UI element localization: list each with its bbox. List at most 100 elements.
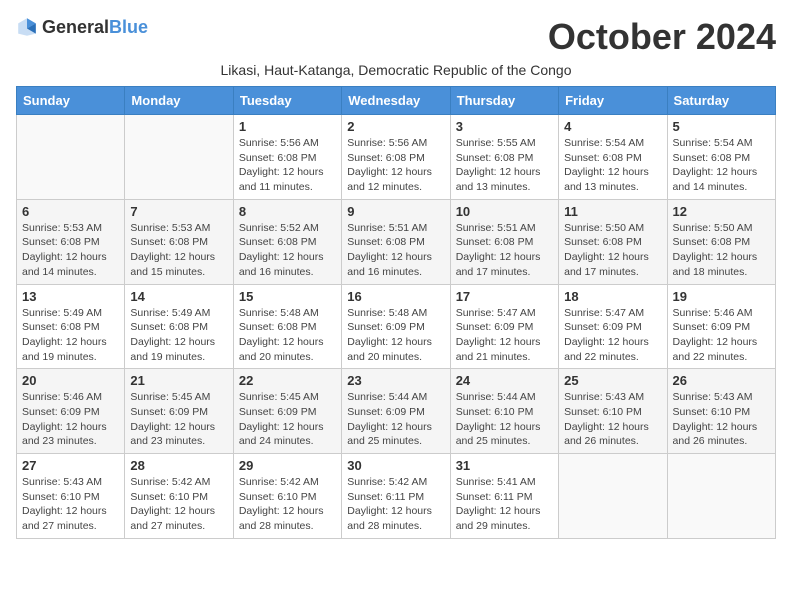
calendar-cell: 23 Sunrise: 5:44 AM Sunset: 6:09 PM Dayli… xyxy=(342,369,450,454)
day-info: Sunrise: 5:45 AM Sunset: 6:09 PM Dayligh… xyxy=(239,390,336,449)
calendar-cell: 28 Sunrise: 5:42 AM Sunset: 6:10 PM Dayli… xyxy=(125,454,233,539)
calendar-cell: 9 Sunrise: 5:51 AM Sunset: 6:08 PM Daylig… xyxy=(342,199,450,284)
calendar-cell: 30 Sunrise: 5:42 AM Sunset: 6:11 PM Dayli… xyxy=(342,454,450,539)
calendar-cell: 15Sunrise: 5:48 AM Sunset: 6:08 PM Dayli… xyxy=(233,284,341,369)
calendar-week-5: 27 Sunrise: 5:43 AM Sunset: 6:10 PM Dayli… xyxy=(17,454,776,539)
day-number: 10 xyxy=(456,204,553,219)
day-info: Sunrise: 5:43 AM Sunset: 6:10 PM Dayligh… xyxy=(22,475,119,534)
day-number: 28 xyxy=(130,458,227,473)
calendar-cell xyxy=(17,115,125,200)
day-info: Sunrise: 5:56 AM Sunset: 6:08 PM Dayligh… xyxy=(347,136,444,195)
weekday-header-wednesday: Wednesday xyxy=(342,87,450,115)
day-number: 27 xyxy=(22,458,119,473)
day-info: Sunrise: 5:53 AM Sunset: 6:08 PM Dayligh… xyxy=(130,221,227,280)
calendar-cell: 26 Sunrise: 5:43 AM Sunset: 6:10 PM Dayli… xyxy=(667,369,775,454)
day-number: 19 xyxy=(673,289,770,304)
calendar-cell: 19 Sunrise: 5:46 AM Sunset: 6:09 PM Dayli… xyxy=(667,284,775,369)
logo-blue: Blue xyxy=(109,17,148,37)
calendar-cell: 2 Sunrise: 5:56 AM Sunset: 6:08 PM Daylig… xyxy=(342,115,450,200)
day-info: Sunrise: 5:42 AM Sunset: 6:11 PM Dayligh… xyxy=(347,475,444,534)
calendar-cell: 3 Sunrise: 5:55 AM Sunset: 6:08 PM Daylig… xyxy=(450,115,558,200)
day-number: 14 xyxy=(130,289,227,304)
weekday-header-saturday: Saturday xyxy=(667,87,775,115)
day-info: Sunrise: 5:51 AM Sunset: 6:08 PM Dayligh… xyxy=(347,221,444,280)
calendar-cell: 6 Sunrise: 5:53 AM Sunset: 6:08 PM Daylig… xyxy=(17,199,125,284)
day-number: 15 xyxy=(239,289,336,304)
calendar-cell: 4 Sunrise: 5:54 AM Sunset: 6:08 PM Daylig… xyxy=(559,115,667,200)
calendar-cell xyxy=(125,115,233,200)
calendar-cell: 27 Sunrise: 5:43 AM Sunset: 6:10 PM Dayli… xyxy=(17,454,125,539)
day-number: 30 xyxy=(347,458,444,473)
calendar-cell: 24Sunrise: 5:44 AM Sunset: 6:10 PM Dayli… xyxy=(450,369,558,454)
calendar-subtitle: Likasi, Haut-Katanga, Democratic Republi… xyxy=(16,62,776,78)
calendar-week-4: 20Sunrise: 5:46 AM Sunset: 6:09 PM Dayli… xyxy=(17,369,776,454)
day-number: 5 xyxy=(673,119,770,134)
weekday-header-monday: Monday xyxy=(125,87,233,115)
calendar-week-1: 1 Sunrise: 5:56 AM Sunset: 6:08 PM Daylig… xyxy=(17,115,776,200)
calendar-cell: 10Sunrise: 5:51 AM Sunset: 6:08 PM Dayli… xyxy=(450,199,558,284)
day-number: 9 xyxy=(347,204,444,219)
calendar-week-2: 6 Sunrise: 5:53 AM Sunset: 6:08 PM Daylig… xyxy=(17,199,776,284)
calendar-cell: 13Sunrise: 5:49 AM Sunset: 6:08 PM Dayli… xyxy=(17,284,125,369)
day-number: 1 xyxy=(239,119,336,134)
day-info: Sunrise: 5:52 AM Sunset: 6:08 PM Dayligh… xyxy=(239,221,336,280)
weekday-header-friday: Friday xyxy=(559,87,667,115)
calendar-cell: 20Sunrise: 5:46 AM Sunset: 6:09 PM Dayli… xyxy=(17,369,125,454)
weekday-header-tuesday: Tuesday xyxy=(233,87,341,115)
calendar-cell: 14 Sunrise: 5:49 AM Sunset: 6:08 PM Dayli… xyxy=(125,284,233,369)
day-number: 20 xyxy=(22,373,119,388)
day-number: 26 xyxy=(673,373,770,388)
calendar-cell: 22 Sunrise: 5:45 AM Sunset: 6:09 PM Dayli… xyxy=(233,369,341,454)
day-info: Sunrise: 5:44 AM Sunset: 6:09 PM Dayligh… xyxy=(347,390,444,449)
calendar-week-3: 13 Sunrise: 5:49 AM Sunset: 6:08 PM Dayli… xyxy=(17,284,776,369)
day-info: Sunrise: 5:54 AM Sunset: 6:08 PM Dayligh… xyxy=(564,136,661,195)
day-number: 31 xyxy=(456,458,553,473)
calendar-cell: 1Sunrise: 5:56 AM Sunset: 6:08 PM Daylig… xyxy=(233,115,341,200)
day-info: Sunrise: 5:50 AM Sunset: 6:08 PM Dayligh… xyxy=(564,221,661,280)
calendar-cell: 17Sunrise: 5:47 AM Sunset: 6:09 PM Dayli… xyxy=(450,284,558,369)
day-number: 11 xyxy=(564,204,661,219)
calendar-cell: 16 Sunrise: 5:48 AM Sunset: 6:09 PM Dayli… xyxy=(342,284,450,369)
logo: GeneralBlue xyxy=(16,16,148,38)
day-info: Sunrise: 5:44 AM Sunset: 6:10 PM Dayligh… xyxy=(456,390,553,449)
weekday-header-sunday: Sunday xyxy=(17,87,125,115)
weekday-header-thursday: Thursday xyxy=(450,87,558,115)
calendar-cell: 29Sunrise: 5:42 AM Sunset: 6:10 PM Dayli… xyxy=(233,454,341,539)
day-number: 13 xyxy=(22,289,119,304)
weekday-header-row: SundayMondayTuesdayWednesdayThursdayFrid… xyxy=(17,87,776,115)
day-info: Sunrise: 5:49 AM Sunset: 6:08 PM Dayligh… xyxy=(130,306,227,365)
day-info: Sunrise: 5:45 AM Sunset: 6:09 PM Dayligh… xyxy=(130,390,227,449)
calendar-cell: 21 Sunrise: 5:45 AM Sunset: 6:09 PM Dayli… xyxy=(125,369,233,454)
logo-text: GeneralBlue xyxy=(42,17,148,38)
calendar-cell: 5 Sunrise: 5:54 AM Sunset: 6:08 PM Daylig… xyxy=(667,115,775,200)
day-number: 6 xyxy=(22,204,119,219)
day-number: 8 xyxy=(239,204,336,219)
day-info: Sunrise: 5:47 AM Sunset: 6:09 PM Dayligh… xyxy=(456,306,553,365)
day-info: Sunrise: 5:47 AM Sunset: 6:09 PM Dayligh… xyxy=(564,306,661,365)
calendar-cell: 11 Sunrise: 5:50 AM Sunset: 6:08 PM Dayli… xyxy=(559,199,667,284)
day-number: 3 xyxy=(456,119,553,134)
day-number: 29 xyxy=(239,458,336,473)
calendar-cell: 31 Sunrise: 5:41 AM Sunset: 6:11 PM Dayli… xyxy=(450,454,558,539)
day-info: Sunrise: 5:42 AM Sunset: 6:10 PM Dayligh… xyxy=(130,475,227,534)
day-info: Sunrise: 5:41 AM Sunset: 6:11 PM Dayligh… xyxy=(456,475,553,534)
day-number: 12 xyxy=(673,204,770,219)
day-number: 22 xyxy=(239,373,336,388)
calendar-cell xyxy=(559,454,667,539)
day-number: 4 xyxy=(564,119,661,134)
day-info: Sunrise: 5:55 AM Sunset: 6:08 PM Dayligh… xyxy=(456,136,553,195)
day-info: Sunrise: 5:48 AM Sunset: 6:09 PM Dayligh… xyxy=(347,306,444,365)
day-info: Sunrise: 5:46 AM Sunset: 6:09 PM Dayligh… xyxy=(673,306,770,365)
day-info: Sunrise: 5:53 AM Sunset: 6:08 PM Dayligh… xyxy=(22,221,119,280)
day-number: 23 xyxy=(347,373,444,388)
day-info: Sunrise: 5:54 AM Sunset: 6:08 PM Dayligh… xyxy=(673,136,770,195)
day-number: 16 xyxy=(347,289,444,304)
calendar-cell: 8 Sunrise: 5:52 AM Sunset: 6:08 PM Daylig… xyxy=(233,199,341,284)
day-info: Sunrise: 5:43 AM Sunset: 6:10 PM Dayligh… xyxy=(564,390,661,449)
day-number: 2 xyxy=(347,119,444,134)
calendar-cell: 25Sunrise: 5:43 AM Sunset: 6:10 PM Dayli… xyxy=(559,369,667,454)
day-info: Sunrise: 5:43 AM Sunset: 6:10 PM Dayligh… xyxy=(673,390,770,449)
day-number: 21 xyxy=(130,373,227,388)
header: GeneralBlue October 2024 xyxy=(16,16,776,58)
calendar-cell: 18Sunrise: 5:47 AM Sunset: 6:09 PM Dayli… xyxy=(559,284,667,369)
